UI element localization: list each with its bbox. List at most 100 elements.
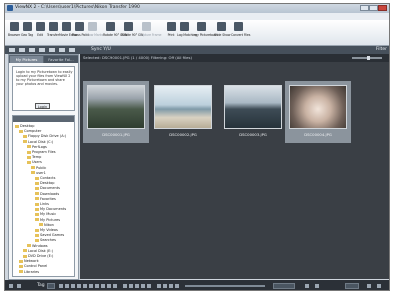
tab-favorite-folders[interactable]: Favorite Fol... bbox=[44, 56, 78, 63]
filter-button[interactable]: Filter bbox=[376, 47, 387, 52]
movie-editor-tool-button[interactable]: Movie Editor bbox=[59, 22, 78, 37]
label-9-icon[interactable] bbox=[113, 284, 117, 288]
help-icon[interactable] bbox=[377, 284, 381, 288]
star-3-icon[interactable] bbox=[135, 284, 139, 288]
rotate-cw-tool-button[interactable]: Rotate 90° CW bbox=[121, 22, 143, 37]
navigation-slider[interactable] bbox=[185, 285, 265, 287]
close-button[interactable] bbox=[378, 5, 387, 11]
last-image-icon[interactable] bbox=[175, 284, 179, 288]
view-select[interactable] bbox=[273, 283, 295, 289]
thumbnail-item[interactable]: DSC00004.JPG bbox=[285, 81, 351, 143]
edit-tool-button[interactable]: Edit bbox=[33, 22, 47, 37]
label-select[interactable] bbox=[47, 283, 55, 289]
folder-tree-item[interactable]: Local Disk (E:) bbox=[23, 249, 53, 253]
label-1-icon[interactable] bbox=[65, 284, 69, 288]
sync-button[interactable]: Sync Y/U bbox=[91, 47, 111, 52]
picturetown-tool-button[interactable]: my Picturetown bbox=[194, 22, 218, 37]
focus-point-tool-button[interactable]: Focus Point bbox=[72, 22, 89, 37]
label-6-icon[interactable] bbox=[95, 284, 99, 288]
folder-tree-item[interactable]: Saved Games bbox=[35, 233, 64, 237]
rotate-cw-icon bbox=[123, 22, 133, 31]
folder-tree-item[interactable]: Desktop bbox=[35, 181, 54, 185]
thumbnail-image[interactable] bbox=[289, 85, 347, 129]
folder-tree-item[interactable]: My Music bbox=[35, 212, 56, 216]
label-5-icon[interactable] bbox=[89, 284, 93, 288]
folder-tree-item[interactable]: My Pictures bbox=[35, 218, 60, 222]
folder-tree-item[interactable]: Documents bbox=[35, 186, 60, 190]
folder-tree-item[interactable]: Users bbox=[27, 160, 42, 164]
folder-tree-item[interactable]: Windows bbox=[27, 244, 48, 248]
folder-tree-item[interactable]: Libraries bbox=[19, 270, 39, 274]
folder-tree-item[interactable]: Nikon bbox=[39, 223, 54, 227]
view-mode-icon[interactable] bbox=[69, 48, 75, 52]
folder-tree-item[interactable]: user1 bbox=[31, 171, 46, 175]
thumbnail-image[interactable] bbox=[224, 85, 282, 129]
label-2-icon[interactable] bbox=[71, 284, 75, 288]
panel-right-toggle-icon[interactable] bbox=[315, 284, 319, 288]
folder-tree-item[interactable]: Temp bbox=[27, 155, 41, 159]
thumbnail-size-slider-handle[interactable] bbox=[367, 56, 370, 60]
maximize-button[interactable] bbox=[369, 5, 378, 11]
folder-tree-item[interactable]: Desktop bbox=[15, 124, 34, 128]
refresh-icon[interactable] bbox=[49, 48, 55, 52]
star-2-icon[interactable] bbox=[129, 284, 133, 288]
folder-label: Downloads bbox=[40, 191, 60, 196]
folder-tree-item[interactable]: DVD Drive (E:) bbox=[23, 254, 53, 258]
folder-icon bbox=[35, 238, 39, 242]
transfer-tool-button[interactable]: Transfer bbox=[46, 22, 60, 37]
rotate-ccw-tool-button[interactable]: Rotate 90° CCW bbox=[103, 22, 127, 37]
thumbnail-item[interactable]: DSC00003.JPG bbox=[220, 81, 286, 143]
label-8-icon[interactable] bbox=[107, 284, 111, 288]
panel-toggle-icon[interactable] bbox=[9, 48, 15, 52]
metadata-toggle-icon[interactable] bbox=[305, 284, 309, 288]
folder-tree-item[interactable]: PerfLogs bbox=[27, 145, 47, 149]
forward-icon[interactable] bbox=[29, 48, 35, 52]
browser-tool-button[interactable]: Browser bbox=[7, 22, 21, 37]
label-0-icon[interactable] bbox=[59, 284, 63, 288]
folder-tree-item[interactable]: Contacts bbox=[35, 176, 55, 180]
thumbnail-item[interactable]: DSC00002.JPG bbox=[150, 81, 216, 143]
rating-icon[interactable] bbox=[17, 284, 21, 288]
star-5-icon[interactable] bbox=[147, 284, 151, 288]
folder-tree-item[interactable]: Favorites bbox=[35, 197, 56, 201]
tab-my-pictures[interactable]: My Pictures bbox=[10, 56, 43, 63]
show-marks-tool-button[interactable]: Show Marks bbox=[85, 22, 103, 37]
folder-tree-item[interactable]: Downloads bbox=[35, 192, 59, 196]
star-4-icon[interactable] bbox=[141, 284, 145, 288]
folder-tree-item[interactable]: My Videos bbox=[35, 228, 58, 232]
print-tool-button[interactable]: Print bbox=[164, 22, 178, 37]
minimize-button[interactable] bbox=[360, 5, 369, 11]
folder-tree-item[interactable]: My Documents bbox=[35, 207, 66, 211]
previous-image-icon[interactable] bbox=[163, 284, 167, 288]
label-3-icon[interactable] bbox=[77, 284, 81, 288]
log-matching-tool-button[interactable]: Log Matching bbox=[177, 22, 197, 37]
folder-tree-item[interactable]: Control Panel bbox=[19, 264, 47, 268]
full-screen-icon[interactable] bbox=[367, 284, 371, 288]
folder-tree-item[interactable]: Local Disk (C:) bbox=[23, 140, 53, 144]
capture-frame-tool-button[interactable]: Capture Frame bbox=[139, 22, 161, 37]
label-4-icon[interactable] bbox=[83, 284, 87, 288]
back-icon[interactable] bbox=[19, 48, 25, 52]
label-7-icon[interactable] bbox=[101, 284, 105, 288]
thumbnail-image[interactable] bbox=[154, 85, 212, 129]
star-1-icon[interactable] bbox=[123, 284, 127, 288]
folder-tree-item[interactable]: Program Files bbox=[27, 150, 56, 154]
new-folder-icon[interactable] bbox=[59, 48, 65, 52]
folder-tree-item[interactable]: Links bbox=[35, 202, 49, 206]
convert-files-tool-button[interactable]: Convert Files bbox=[231, 22, 250, 37]
folder-tree-item[interactable]: Searches bbox=[35, 238, 56, 242]
next-image-icon[interactable] bbox=[169, 284, 173, 288]
folder-tree-item[interactable]: Computer bbox=[19, 129, 41, 133]
output-select[interactable] bbox=[345, 283, 359, 289]
login-button[interactable]: Login bbox=[35, 103, 50, 109]
thumbnail-item[interactable]: DSC00001.JPG bbox=[83, 81, 149, 143]
first-image-icon[interactable] bbox=[157, 284, 161, 288]
up-folder-icon[interactable] bbox=[39, 48, 45, 52]
panel-left-toggle-icon[interactable] bbox=[9, 284, 13, 288]
thumbnail-image[interactable] bbox=[87, 85, 145, 129]
folder-tree-item[interactable]: Public bbox=[31, 166, 46, 170]
slideshow-tool-button[interactable]: Slide Show bbox=[214, 22, 231, 37]
geotag-tool-button[interactable]: Geo Tag bbox=[20, 22, 34, 37]
folder-tree-item[interactable]: Floppy Disk Drive (A:) bbox=[23, 134, 66, 138]
folder-tree-item[interactable]: Network bbox=[19, 259, 39, 263]
